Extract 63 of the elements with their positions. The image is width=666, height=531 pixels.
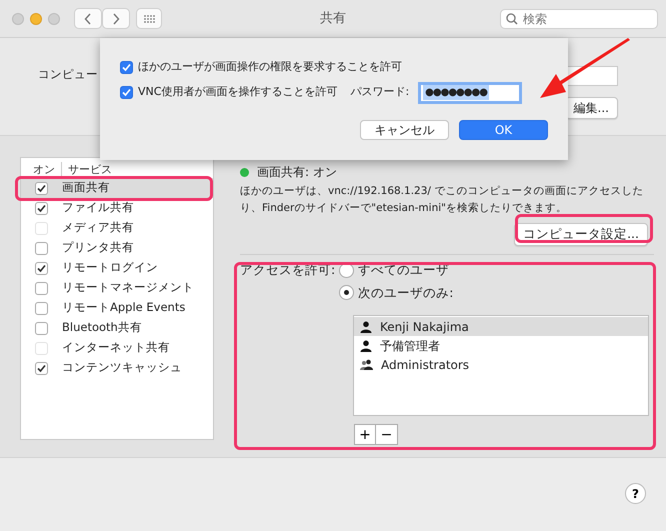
radio-label: 次のユーザのみ: xyxy=(358,284,454,302)
user-row[interactable]: Kenji Nakajima xyxy=(354,317,648,336)
password-label: パスワード: xyxy=(350,84,410,100)
back-button[interactable] xyxy=(74,8,102,29)
service-row[interactable]: リモートログイン xyxy=(21,258,213,278)
add-button[interactable]: + xyxy=(354,424,376,446)
service-name: リモートApple Events xyxy=(62,299,186,316)
person-icon xyxy=(360,340,372,352)
ok-button[interactable]: OK xyxy=(459,120,548,140)
person-icon xyxy=(360,320,372,333)
service-row[interactable]: Bluetooth共有 xyxy=(21,318,213,338)
people-icon xyxy=(360,359,373,370)
service-name: インターネット共有 xyxy=(62,339,170,356)
service-name: コンテンツキャッシュ xyxy=(62,359,182,376)
service-name: リモートマネージメント xyxy=(62,279,194,296)
remove-button[interactable]: − xyxy=(376,424,398,446)
service-name: Bluetooth共有 xyxy=(62,319,142,336)
service-row[interactable]: ファイル共有 xyxy=(21,198,213,218)
service-name: ファイル共有 xyxy=(62,199,134,216)
checkbox[interactable] xyxy=(35,182,48,194)
status-text: 画面共有: オン xyxy=(257,164,337,181)
checkbox-label: ほかのユーザが画面操作の権限を要求することを許可 xyxy=(138,59,402,76)
grid-icon xyxy=(144,14,154,22)
service-name: プリンタ共有 xyxy=(62,239,134,256)
service-name: リモートログイン xyxy=(62,259,158,276)
user-name: Administrators xyxy=(381,356,470,374)
service-row[interactable]: リモートApple Events xyxy=(21,298,213,318)
checkbox[interactable] xyxy=(35,362,48,374)
column-header: オン xyxy=(32,162,55,178)
service-row[interactable]: リモートマネージメント xyxy=(21,278,213,298)
search-field[interactable]: 検索 xyxy=(500,8,658,28)
user-name: Kenji Nakajima xyxy=(380,318,469,336)
grid-button[interactable] xyxy=(136,8,162,29)
radio-button[interactable] xyxy=(339,285,354,300)
chevron-left-icon xyxy=(84,12,92,24)
user-row[interactable]: 予備管理者 xyxy=(354,336,648,356)
user-name: 予備管理者 xyxy=(380,338,440,355)
checkbox[interactable] xyxy=(35,282,48,294)
window-title: 共有 xyxy=(320,10,346,28)
checkbox[interactable] xyxy=(120,61,133,74)
description-text: ほかのユーザは、vnc://192.168.1.23/ でこのコンピュータの画面にアクセスしたり、Finderのサイドバーで"etesian-mini"を検索したりできます。 xyxy=(240,184,644,216)
checkbox[interactable] xyxy=(35,322,48,334)
service-name: 画面共有 xyxy=(62,179,110,196)
user-row[interactable]: Administrators xyxy=(354,355,648,374)
radio-label: すべてのユーザ xyxy=(358,260,450,279)
checkbox[interactable] xyxy=(35,302,48,314)
checkbox[interactable] xyxy=(35,262,48,274)
search-icon xyxy=(506,12,518,24)
chevron-right-icon xyxy=(112,12,120,24)
checkbox-label: VNC使用者が画面を操作することを許可 xyxy=(138,84,338,100)
password-field[interactable]: ●●●●●●●● xyxy=(418,82,522,104)
field-label: コンピュー xyxy=(38,66,98,83)
help-button[interactable]: ? xyxy=(625,483,646,504)
checkbox[interactable] xyxy=(120,86,133,99)
forward-button[interactable] xyxy=(102,8,130,29)
column-header: サービス xyxy=(61,162,112,178)
service-row[interactable]: プリンタ共有 xyxy=(21,238,213,258)
service-row[interactable]: 画面共有 xyxy=(21,178,213,198)
checkbox[interactable] xyxy=(35,242,48,254)
checkbox[interactable] xyxy=(35,202,48,214)
cancel-button[interactable]: キャンセル xyxy=(360,120,449,140)
service-row[interactable]: コンテンツキャッシュ xyxy=(21,358,213,378)
service-name: メディア共有 xyxy=(62,219,134,236)
